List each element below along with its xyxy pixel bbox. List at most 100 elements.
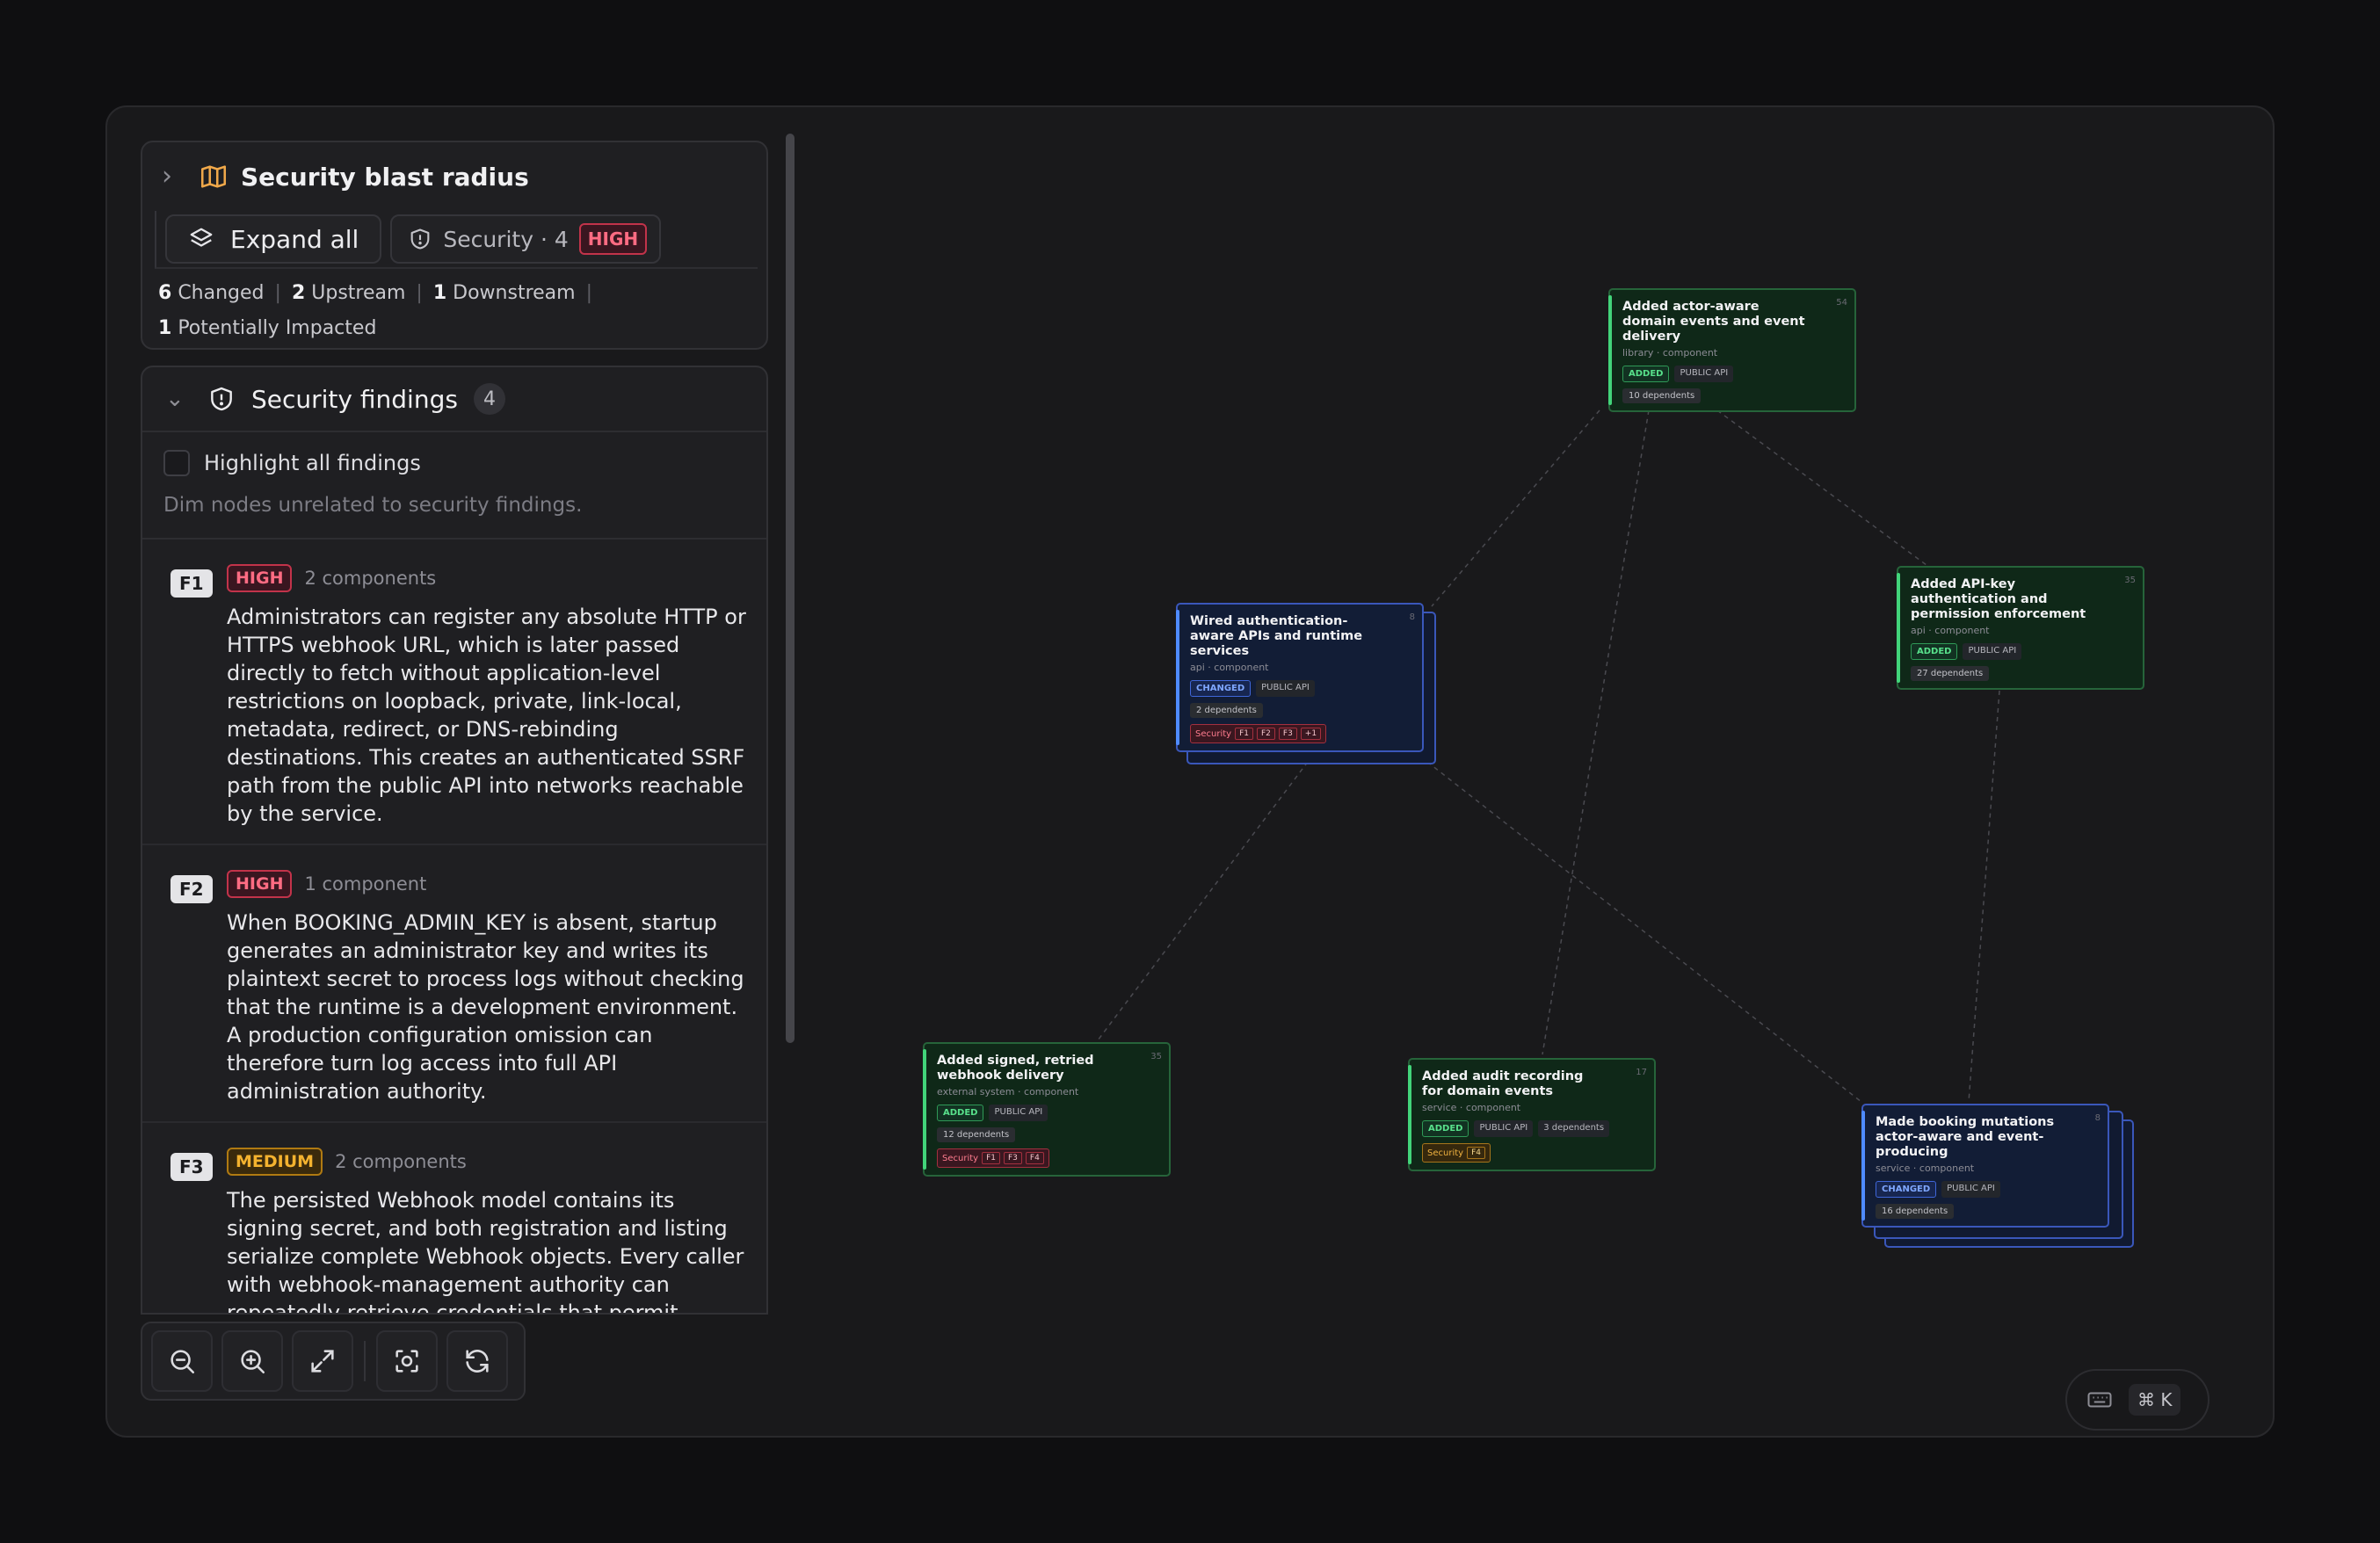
expand-all-button[interactable]: Expand all: [165, 214, 382, 264]
downstream-count: 1: [432, 282, 447, 304]
finding-chip: F2: [1256, 728, 1275, 740]
focus-icon: [395, 1350, 418, 1373]
node-auth-apis[interactable]: 8 Wired authentication-aware APIs and ru…: [1176, 603, 1424, 752]
finding-chip: F1: [982, 1152, 1000, 1164]
status-badge: ADDED: [937, 1105, 984, 1121]
component-count: 1 component: [304, 873, 427, 895]
node-subtitle: library · component: [1622, 347, 1718, 359]
map-icon: [200, 165, 227, 188]
finding-description: The persisted Webhook model contains its…: [227, 1188, 744, 1315]
security-findings-title: Security findings: [251, 384, 458, 414]
dependents-badge: 2 dependents: [1190, 703, 1263, 718]
shield-alert-icon: [211, 387, 232, 411]
blast-radius-panel: › Security blast radius Expand all Secur…: [141, 141, 768, 350]
node-audit-recording[interactable]: 17 Added audit recording for domain even…: [1408, 1058, 1656, 1171]
node-subtitle: service · component: [1876, 1163, 1975, 1174]
security-filter-button[interactable]: Security · 4 HIGH: [390, 214, 662, 264]
finding-item[interactable]: F3 MEDIUM 2 components The persisted Webh…: [142, 1123, 766, 1315]
node-title: Added API-key authentication and permiss…: [1911, 577, 2086, 621]
component-count: 2 components: [335, 1151, 467, 1172]
node-subtitle: api · component: [1911, 625, 1990, 636]
status-badge: ADDED: [1422, 1120, 1469, 1137]
app-window: › Security blast radius Expand all Secur…: [105, 105, 2275, 1438]
dependents-badge: 16 dependents: [1876, 1204, 1955, 1219]
command-palette-button[interactable]: ⌘ K: [2065, 1369, 2209, 1431]
refresh-icon: [466, 1350, 489, 1373]
node-title: Added audit recording for domain events: [1422, 1069, 1584, 1098]
focus-button[interactable]: [376, 1330, 438, 1392]
blast-radius-header[interactable]: › Security blast radius: [142, 142, 766, 211]
security-findings-header[interactable]: ⌄ Security findings 4: [142, 367, 766, 432]
dependents-badge: 3 dependents: [1538, 1120, 1610, 1137]
api-badge: PUBLIC API: [1941, 1181, 2000, 1198]
security-chip-row[interactable]: Security F1 F2 F3 +1: [1190, 724, 1327, 743]
highlight-all-toggle[interactable]: Highlight all findings: [163, 450, 766, 476]
finding-description: Administrators can register any absolute…: [227, 605, 746, 826]
zoom-controls: [141, 1322, 526, 1401]
security-label: Security: [942, 1153, 979, 1163]
changed-count: 6: [158, 282, 172, 304]
upstream-count: 2: [291, 282, 306, 304]
shortcut-key: ⌘ K: [2129, 1384, 2181, 1416]
finding-item[interactable]: F2 HIGH 1 component When BOOKING_ADMIN_KE…: [142, 845, 766, 1123]
finding-id: F3: [171, 1153, 213, 1181]
security-label: Security: [1427, 1148, 1464, 1158]
security-chip-row[interactable]: Security F4: [1422, 1143, 1491, 1163]
api-badge: PUBLIC API: [1963, 643, 2022, 660]
expand-all-label: Expand all: [230, 224, 359, 254]
finding-chip: F3: [1003, 1152, 1022, 1164]
finding-chip: F1: [1235, 728, 1253, 740]
edge-auth-to-booking: [1426, 761, 1862, 1103]
impacted-label: Potentially Impacted: [178, 317, 377, 339]
node-title: Made booking mutations actor-aware and e…: [1876, 1115, 2055, 1159]
severity-badge: MEDIUM: [227, 1148, 323, 1176]
node-booking-mutations[interactable]: 8 Made booking mutations actor-aware and…: [1861, 1104, 2109, 1228]
panel-scrollbar[interactable]: [786, 134, 795, 1043]
node-webhook-delivery[interactable]: 35 Added signed, retried webhook deliver…: [923, 1042, 1171, 1177]
finding-chip: F4: [1025, 1152, 1044, 1164]
changed-label: Changed: [178, 282, 265, 304]
impacted-count: 1: [158, 317, 172, 339]
refresh-button[interactable]: [446, 1330, 508, 1392]
shield-icon: [410, 228, 430, 250]
edge-events-to-audit: [1542, 409, 1650, 1055]
node-api-key-auth[interactable]: 35 Added API-key authentication and perm…: [1897, 566, 2144, 690]
node-title: Wired authentication-aware APIs and runt…: [1190, 614, 1363, 658]
edge-events-to-auth: [1431, 409, 1600, 607]
highlight-description: Dim nodes unrelated to security findings…: [163, 494, 583, 517]
severity-badge: HIGH: [578, 223, 648, 255]
highlight-option: Highlight all findings Dim nodes unrelat…: [142, 432, 766, 540]
dependents-badge: 27 dependents: [1911, 666, 1990, 681]
finding-chip: +1: [1300, 728, 1322, 740]
component-count: 2 components: [304, 568, 437, 589]
zoom-out-button[interactable]: [151, 1330, 213, 1392]
edge-apikey-to-booking: [1968, 690, 2000, 1103]
code-count: 35: [1150, 1052, 1162, 1061]
node-subtitle: api · component: [1190, 662, 1269, 673]
node-subtitle: service · component: [1422, 1102, 1521, 1113]
security-findings-panel: ⌄ Security findings 4 Highlight all find…: [141, 366, 768, 1315]
highlight-checkbox[interactable]: [163, 450, 190, 476]
security-count-label: Security · 4: [443, 226, 569, 252]
finding-item[interactable]: F1 HIGH 2 components Administrators can r…: [142, 540, 766, 845]
dependents-badge: 10 dependents: [1622, 388, 1702, 403]
chevron-down-icon[interactable]: ⌄: [165, 388, 192, 410]
finding-id: F1: [171, 569, 213, 598]
status-badge: ADDED: [1911, 643, 1958, 660]
node-subtitle: external system · component: [937, 1086, 1079, 1097]
fit-view-button[interactable]: [292, 1330, 353, 1392]
security-chip-row[interactable]: Security F1 F3 F4: [937, 1148, 1049, 1168]
highlight-label: Highlight all findings: [204, 451, 421, 475]
status-badge: CHANGED: [1876, 1181, 1937, 1198]
node-domain-events[interactable]: 54 Added actor-aware domain events and e…: [1608, 288, 1856, 412]
impact-stats: 6 Changed | 2 Upstream | 1 Downstream | 1 Pot…: [158, 282, 593, 339]
node-title: Added signed, retried webhook delivery: [937, 1054, 1094, 1083]
api-badge: PUBLIC API: [989, 1105, 1049, 1121]
blast-toolbar: Expand all Security · 4 HIGH: [155, 211, 758, 269]
zoom-in-button[interactable]: [221, 1330, 283, 1392]
chevron-right-icon[interactable]: ›: [162, 163, 188, 190]
dependency-graph[interactable]: 54 Added actor-aware domain events and e…: [810, 107, 2273, 1436]
severity-badge: HIGH: [227, 564, 293, 592]
edge-auth-to-webhook: [1094, 761, 1309, 1045]
finding-id: F2: [171, 875, 213, 903]
